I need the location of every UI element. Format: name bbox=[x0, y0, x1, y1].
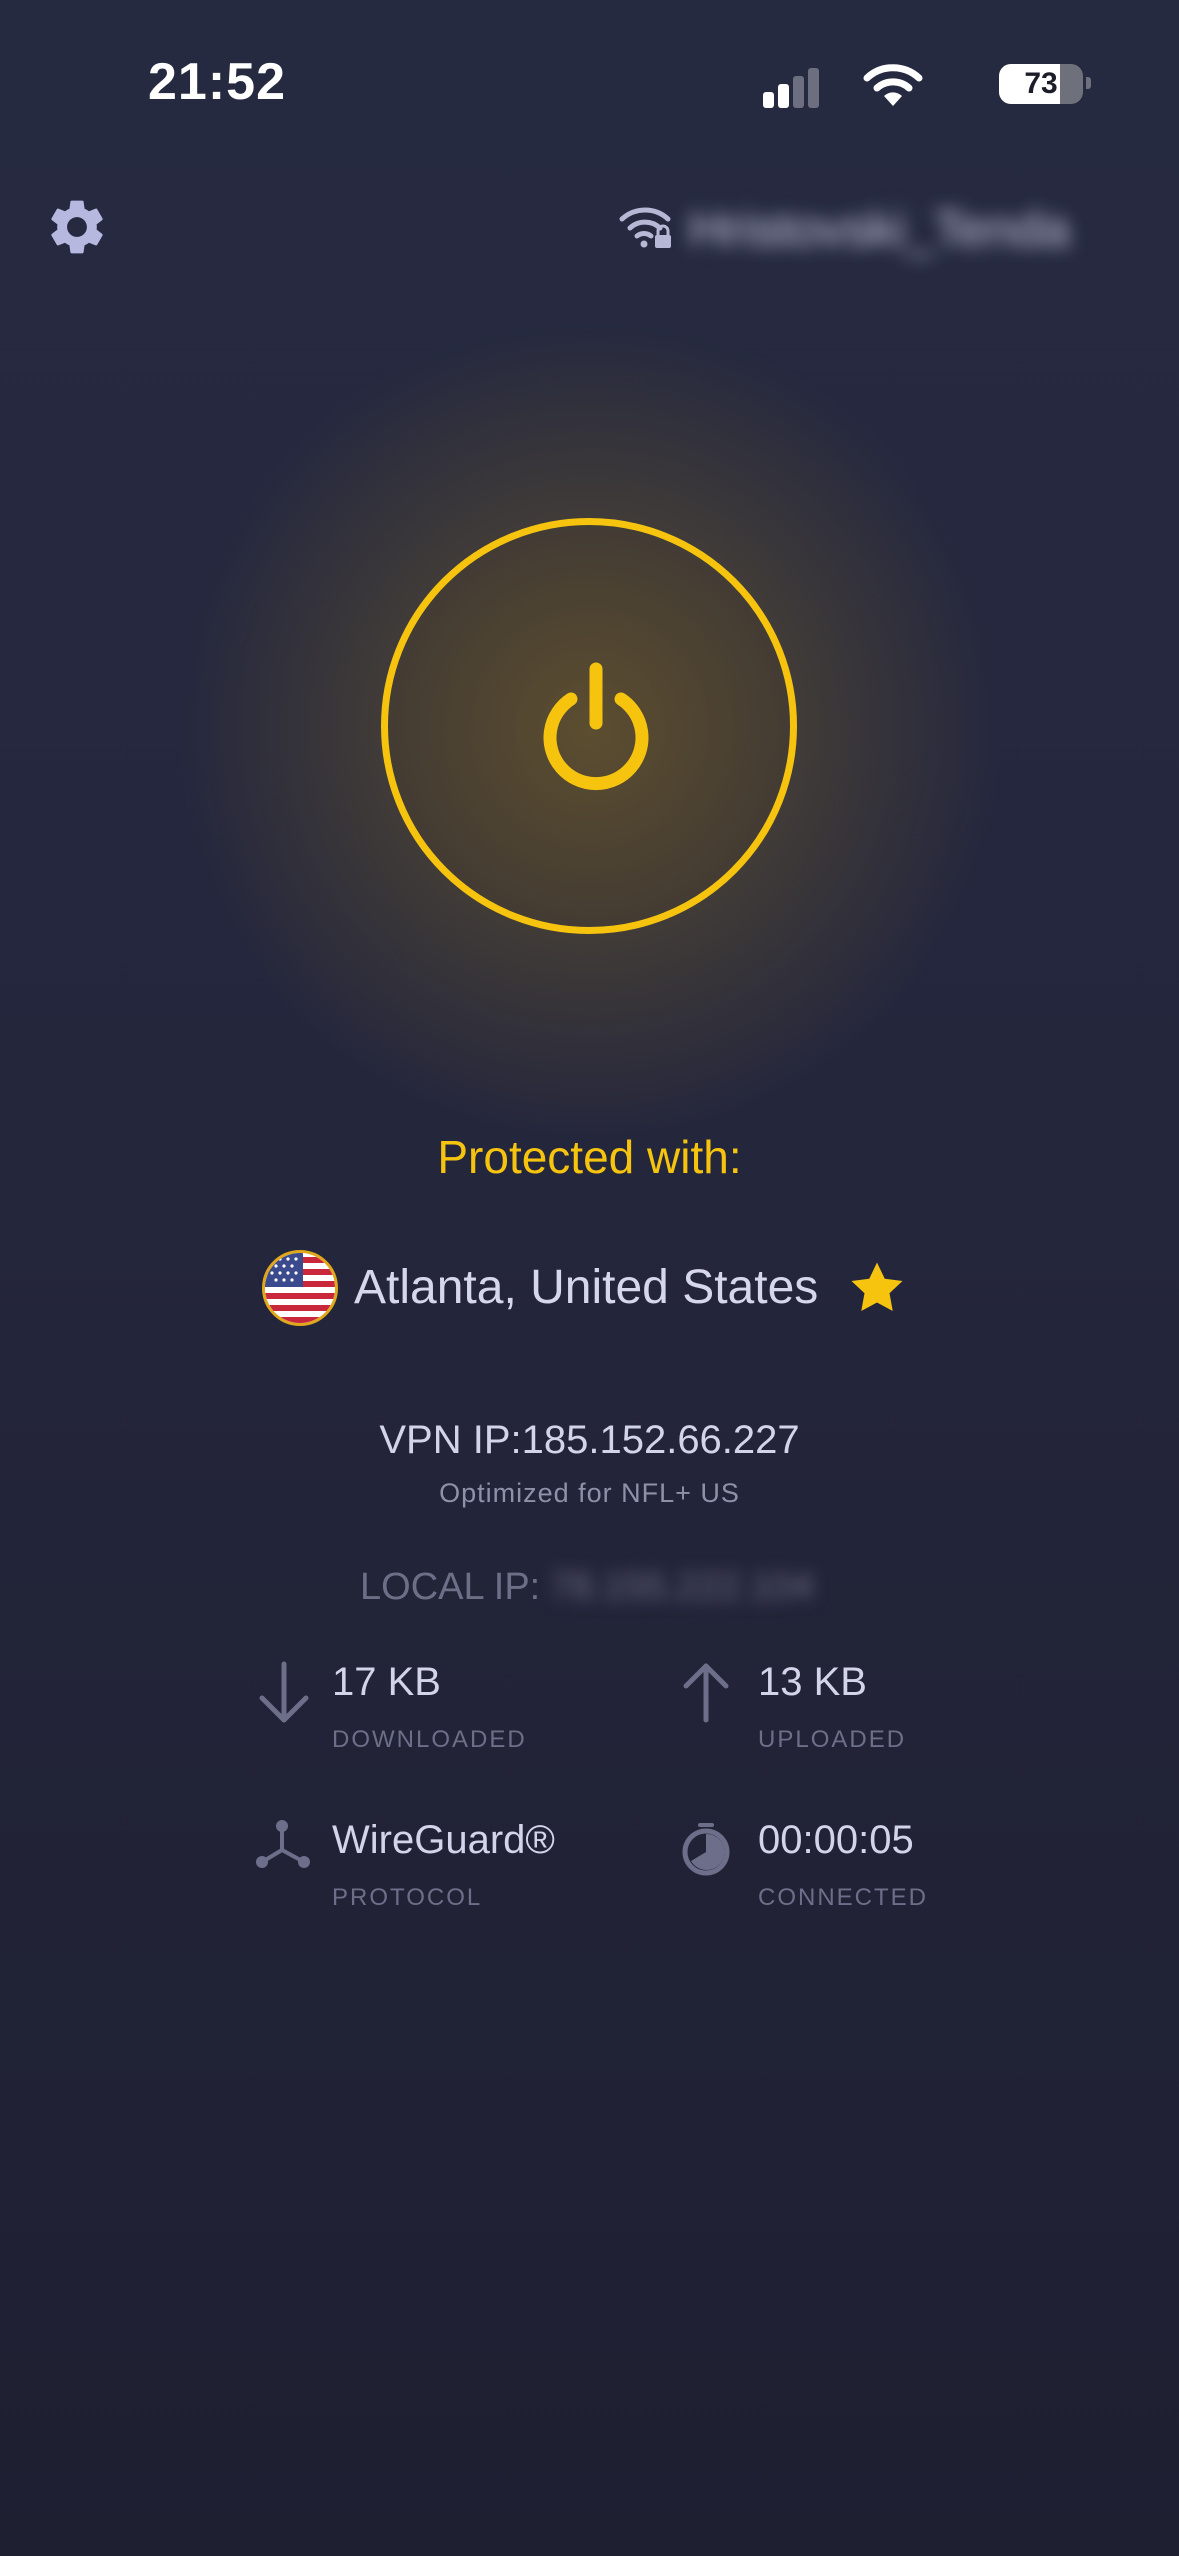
status-time: 21:52 bbox=[148, 53, 286, 111]
protocol-label: PROTOCOL bbox=[332, 1884, 483, 1911]
uploaded-value: 13 KB bbox=[758, 1660, 867, 1704]
current-network[interactable]: Hristovski_Tenda bbox=[619, 198, 1099, 258]
star-icon[interactable] bbox=[846, 1258, 908, 1318]
connect-toggle-button[interactable] bbox=[381, 518, 797, 934]
stat-downloaded: 17 KB DOWNLOADED bbox=[254, 1660, 554, 1770]
stat-connected: 00:00:05 CONNECTED bbox=[680, 1818, 1000, 1928]
gear-icon[interactable] bbox=[44, 194, 110, 260]
server-location[interactable]: Atlanta, United States bbox=[262, 1250, 922, 1330]
status-indicators: 73 bbox=[753, 62, 1091, 110]
arrow-down-icon bbox=[259, 1661, 309, 1723]
optimized-note: Optimized for NFL+ US bbox=[439, 1478, 740, 1508]
protection-status: Protected with: bbox=[437, 1131, 742, 1183]
local-ip-value: 78.155.222.104 bbox=[550, 1566, 815, 1608]
protocol-nodes-icon bbox=[256, 1820, 310, 1868]
location-name: Atlanta, United States bbox=[354, 1261, 819, 1314]
local-ip-label: LOCAL IP: bbox=[360, 1566, 541, 1608]
battery-percent: 73 bbox=[1024, 67, 1058, 100]
battery-indicator: 73 bbox=[999, 64, 1083, 104]
power-icon bbox=[543, 662, 649, 791]
us-flag-icon bbox=[262, 1250, 338, 1326]
stat-uploaded: 13 KB UPLOADED bbox=[680, 1660, 980, 1770]
vpn-home-screen: 21:52 73 Hristovski_Tenda Protected with… bbox=[0, 0, 1179, 2556]
arrow-up-icon bbox=[683, 1663, 729, 1723]
wifi-status-icon bbox=[863, 64, 923, 106]
network-name: Hristovski_Tenda bbox=[689, 201, 1070, 257]
battery-nub bbox=[1086, 77, 1091, 89]
stat-protocol: WireGuard® PROTOCOL bbox=[254, 1818, 574, 1928]
protocol-value: WireGuard® bbox=[332, 1818, 555, 1862]
connected-time: 00:00:05 bbox=[758, 1818, 914, 1862]
connected-label: CONNECTED bbox=[758, 1884, 929, 1911]
uploaded-label: UPLOADED bbox=[758, 1726, 907, 1753]
wifi-lock-icon bbox=[619, 207, 671, 248]
downloaded-value: 17 KB bbox=[332, 1660, 441, 1704]
vpn-ip: VPN IP:185.152.66.227 bbox=[379, 1418, 800, 1462]
cellular-signal-icon bbox=[763, 68, 821, 108]
downloaded-label: DOWNLOADED bbox=[332, 1726, 527, 1753]
stopwatch-icon bbox=[682, 1823, 730, 1876]
